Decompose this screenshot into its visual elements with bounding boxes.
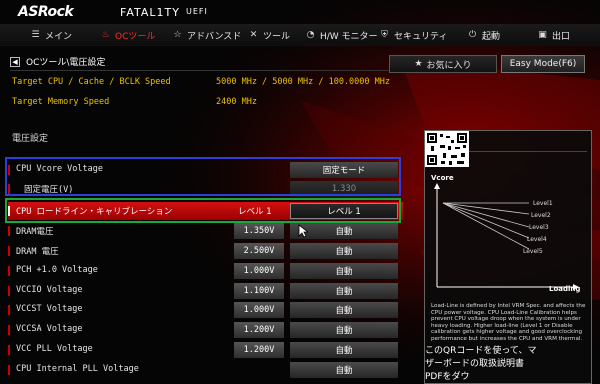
row-marker (8, 365, 10, 375)
shield-icon: ⛨ (381, 30, 388, 40)
row-label: VCCST Voltage (16, 304, 83, 314)
row-marker (8, 226, 10, 236)
row-label: VCCSA Voltage (16, 324, 83, 334)
current-value: 1.350V (234, 223, 284, 239)
flame-icon: ♨ (101, 30, 110, 40)
tab-label: アドバンスド (187, 31, 242, 42)
row-pch-voltage[interactable]: PCH +1.0 Voltage 1.000V 自動 (8, 262, 403, 280)
row-marker (8, 286, 10, 296)
voltage-select[interactable]: 自動 (290, 342, 398, 358)
qr-instruction-text: このQRコードを使って、マザーボードの取扱説明書PDFをダウ (425, 346, 537, 382)
favorites-label: お気に入り (426, 60, 472, 71)
row-vccsa-voltage[interactable]: VCCSA Voltage 1.200V 自動 (8, 321, 403, 339)
current-value: 1.200V (234, 342, 284, 358)
tab-security[interactable]: ⛨ セキュリティ (379, 24, 447, 46)
star-icon: ☆ (173, 30, 182, 40)
tab-oc-tools[interactable]: ♨ OCツール (100, 24, 155, 46)
favorites-button[interactable]: ★ お気に入り (389, 55, 497, 73)
brand-logo: ASRock (18, 4, 74, 20)
row-label: DRAM 電圧 (16, 247, 59, 257)
row-label: VCCIO Voltage (16, 285, 83, 295)
row-cpu-internal-pll-voltage[interactable]: CPU Internal PLL Voltage 自動 (8, 361, 403, 379)
level-label: Level1 (533, 200, 553, 207)
row-label: CPU Internal PLL Voltage (16, 364, 139, 374)
breadcrumb: ◀ OCツール\電圧設定 (10, 55, 105, 68)
target-speed-value: 5000 MHz / 5000 MHz / 100.0000 MHz (216, 77, 390, 87)
row-marker (8, 305, 10, 315)
current-value: 1.000V (234, 302, 284, 318)
load-line-5 (442, 202, 530, 250)
level-label: Level4 (527, 236, 547, 243)
current-value: 1.100V (234, 283, 284, 299)
row-label: PCH +1.0 Voltage (16, 265, 98, 275)
wrench-icon: ✕ (249, 30, 258, 40)
tab-hw-monitor[interactable]: ◔ H/W モニター (305, 24, 378, 46)
tab-label: H/W モニター (320, 31, 378, 42)
tab-label: ツール (263, 31, 291, 42)
uefi-label: UEFI (186, 7, 208, 16)
annotation-box-blue (5, 157, 401, 196)
memory-speed-label: Target Memory Speed (12, 97, 110, 107)
tab-bar: ☰ メイン ♨ OCツール ☆ アドバンスド ✕ ツール ◔ H/W モニター … (0, 24, 600, 46)
tab-exit[interactable]: ▣ 出口 (537, 24, 570, 46)
section-title: 電圧設定 (12, 134, 49, 144)
breadcrumb-text: OCツール\電圧設定 (26, 58, 106, 68)
current-value: 1.000V (234, 263, 284, 279)
row-label: VCC PLL Voltage (16, 344, 93, 354)
voltage-select[interactable]: 自動 (290, 362, 398, 378)
tab-advanced[interactable]: ☆ アドバンスド (172, 24, 241, 46)
qr-code-icon (425, 131, 469, 167)
tab-label: セキュリティ (394, 31, 448, 42)
gauge-icon: ◔ (306, 30, 315, 40)
level-label: Level5 (523, 248, 543, 255)
exit-icon: ▣ (538, 30, 547, 40)
row-marker (8, 266, 10, 276)
memory-speed-value: 2400 MHz (216, 97, 257, 107)
row-dram-voltage-2[interactable]: DRAM 電圧 2.500V 自動 (8, 242, 403, 260)
voltage-select[interactable]: 自動 (290, 302, 398, 318)
target-speed-label: Target CPU / Cache / BCLK Speed (12, 77, 171, 87)
description-panel: 説明 Vcore Level1 Level2 Level3 Level4 Lev… (424, 130, 592, 384)
row-label: DRAM電圧 (16, 227, 54, 237)
voltage-select[interactable]: 自動 (290, 322, 398, 338)
row-dram-voltage[interactable]: DRAM電圧 1.350V 自動 (8, 222, 403, 240)
series-logo: FATAL1TY (120, 6, 180, 19)
tab-label: OCツール (115, 31, 156, 42)
current-value: 2.500V (234, 243, 284, 259)
list-icon: ☰ (31, 30, 40, 40)
easy-mode-button[interactable]: Easy Mode(F6) (501, 55, 585, 73)
voltage-select[interactable]: 自動 (290, 243, 398, 259)
annotation-box-green (5, 198, 401, 223)
row-vccio-voltage[interactable]: VCCIO Voltage 1.100V 自動 (8, 282, 403, 300)
row-marker (8, 345, 10, 355)
row-vccst-voltage[interactable]: VCCST Voltage 1.000V 自動 (8, 301, 403, 319)
level-label: Level2 (531, 212, 551, 219)
row-marker (8, 246, 10, 256)
graph-x-label: Loading (549, 285, 580, 293)
divider (10, 70, 396, 71)
row-marker (8, 325, 10, 335)
description-text: Load-Line is defined by Intel VRM Spec. … (431, 303, 586, 342)
header-bar: ASRock FATAL1TY UEFI (0, 0, 600, 24)
power-icon: ⏻ (468, 30, 477, 40)
tab-main[interactable]: ☰ メイン (30, 24, 72, 46)
row-vcc-pll-voltage[interactable]: VCC PLL Voltage 1.200V 自動 (8, 341, 403, 359)
voltage-select[interactable]: 自動 (290, 283, 398, 299)
tab-tools[interactable]: ✕ ツール (248, 24, 290, 46)
back-arrow-icon[interactable]: ◀ (10, 56, 20, 67)
tab-label: メイン (45, 31, 73, 42)
voltage-select[interactable]: 自動 (290, 263, 398, 279)
tab-label: 出口 (552, 31, 571, 42)
graph-y-label: Vcore (431, 174, 454, 182)
load-line-3 (442, 202, 530, 228)
mouse-cursor-icon (298, 224, 308, 238)
level-label: Level3 (529, 224, 549, 231)
tab-label: 起動 (482, 31, 501, 42)
current-value: 1.200V (234, 322, 284, 338)
graph-y-arrow (434, 183, 440, 189)
tab-boot[interactable]: ⏻ 起動 (467, 24, 500, 46)
star-icon: ★ (414, 59, 423, 69)
